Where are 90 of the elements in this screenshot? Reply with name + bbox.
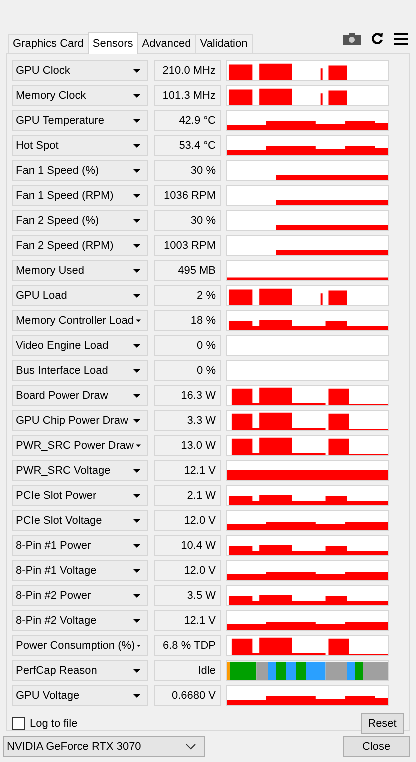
caret-icon — [133, 494, 141, 498]
sensor-dropdown[interactable]: GPU Clock — [12, 60, 148, 81]
sensor-dropdown[interactable]: PCIe Slot Power — [12, 485, 148, 506]
sensor-value: 53.4 °C — [154, 135, 221, 156]
gpu-dropdown[interactable]: NVIDIA GeForce RTX 3070 — [3, 736, 205, 757]
sensor-value: 3.3 W — [154, 410, 221, 431]
sensor-value: Idle — [154, 660, 221, 681]
sensor-value: 18 % — [154, 310, 221, 331]
sensor-value: 101.3 MHz — [154, 85, 221, 106]
sensor-dropdown[interactable]: Board Power Draw — [12, 385, 148, 406]
caret-icon — [133, 244, 141, 248]
caret-icon — [133, 468, 141, 472]
sensor-dropdown[interactable]: Video Engine Load — [12, 335, 148, 356]
sensor-dropdown[interactable]: Power Consumption (%) — [12, 635, 148, 656]
sensor-dropdown[interactable]: GPU Chip Power Draw — [12, 410, 148, 431]
caret-icon — [133, 368, 141, 372]
sensor-dropdown[interactable]: GPU Load — [12, 285, 148, 306]
reset-button[interactable]: Reset — [361, 713, 404, 734]
caret-icon — [133, 194, 141, 198]
tab[interactable]: Validation — [195, 34, 253, 53]
chevron-icon — [186, 744, 196, 750]
caret-icon — [133, 168, 141, 172]
sensor-value: 16.3 W — [154, 385, 221, 406]
checkbox[interactable] — [12, 717, 25, 730]
sensor-value: 12.0 V — [154, 510, 221, 531]
sensor-value: 495 MB — [154, 260, 221, 281]
sensor-dropdown[interactable]: Hot Spot — [12, 135, 148, 156]
caret-icon — [133, 344, 141, 348]
caret-icon — [133, 668, 141, 672]
caret-icon — [133, 568, 141, 572]
sensor-value: 210.0 MHz — [154, 60, 221, 81]
caret-icon — [133, 268, 141, 272]
menu-icon[interactable] — [394, 32, 408, 44]
sensor-value: 30 % — [154, 160, 221, 181]
caret-icon — [133, 94, 141, 98]
sensor-value: 12.0 V — [154, 560, 221, 581]
tab[interactable]: Sensors — [88, 32, 138, 54]
sensor-value: 30 % — [154, 210, 221, 231]
sensor-dropdown[interactable]: Fan 2 Speed (%) — [12, 210, 148, 231]
caret-icon — [133, 144, 141, 148]
sensor-value: 0 % — [154, 360, 221, 381]
sensor-dropdown[interactable]: Memory Controller Load — [12, 310, 148, 331]
caret-icon — [133, 118, 141, 122]
caret-icon — [133, 218, 141, 222]
sensor-dropdown[interactable]: 8-Pin #2 Power — [12, 585, 148, 606]
sensor-dropdown[interactable]: 8-Pin #1 Voltage — [12, 560, 148, 581]
sensor-value: 6.8 % TDP — [154, 635, 221, 656]
close-button[interactable]: Close — [343, 736, 410, 757]
sensor-dropdown[interactable]: Memory Used — [12, 260, 148, 281]
sensor-value: 10.4 W — [154, 535, 221, 556]
sensor-value: 1003 RPM — [154, 235, 221, 256]
caret-icon — [133, 68, 141, 72]
caret-icon — [133, 394, 141, 398]
sensor-value: 2 % — [154, 285, 221, 306]
sensor-dropdown[interactable]: PWR_SRC Voltage — [12, 460, 148, 481]
sensor-dropdown[interactable]: GPU Temperature — [12, 110, 148, 131]
sensor-value: 1036 RPM — [154, 185, 221, 206]
caret-icon — [133, 518, 141, 522]
caret-icon — [133, 594, 141, 598]
sensor-dropdown[interactable]: Memory Clock — [12, 85, 148, 106]
caret-icon — [133, 694, 141, 698]
sensor-dropdown[interactable]: 8-Pin #1 Power — [12, 535, 148, 556]
sensor-dropdown[interactable]: GPU Voltage — [12, 685, 148, 706]
caret-icon — [133, 618, 141, 622]
sensor-value: 3.5 W — [154, 585, 221, 606]
caret-icon — [133, 544, 141, 548]
sensor-dropdown[interactable]: Fan 1 Speed (RPM) — [12, 185, 148, 206]
sensor-value: 42.9 °C — [154, 110, 221, 131]
sensor-dropdown[interactable]: Fan 1 Speed (%) — [12, 160, 148, 181]
caret-icon — [136, 444, 141, 448]
caret-icon — [136, 318, 141, 322]
caret-icon — [133, 294, 141, 298]
sensor-value: 12.1 V — [154, 460, 221, 481]
sensor-value: 0.6680 V — [154, 685, 221, 706]
sensor-value: 2.1 W — [154, 485, 221, 506]
caret-icon — [133, 418, 141, 422]
camera-icon[interactable] — [343, 32, 361, 44]
sensor-dropdown[interactable]: PerfCap Reason — [12, 660, 148, 681]
sensor-dropdown[interactable]: Bus Interface Load — [12, 360, 148, 381]
tab[interactable]: Graphics Card — [8, 34, 89, 53]
sensor-value: 13.0 W — [154, 435, 221, 456]
sensor-value: 0 % — [154, 335, 221, 356]
sensor-dropdown[interactable]: PCIe Slot Voltage — [12, 510, 148, 531]
sensor-dropdown[interactable]: PWR_SRC Power Draw — [12, 435, 148, 456]
sensor-dropdown[interactable]: 8-Pin #2 Voltage — [12, 610, 148, 631]
checkbox-label: Log to file — [30, 718, 78, 730]
sensor-dropdown[interactable]: Fan 2 Speed (RPM) — [12, 235, 148, 256]
sensor-value: 12.1 V — [154, 610, 221, 631]
caret-icon — [137, 644, 141, 648]
refresh-icon[interactable] — [371, 32, 384, 45]
